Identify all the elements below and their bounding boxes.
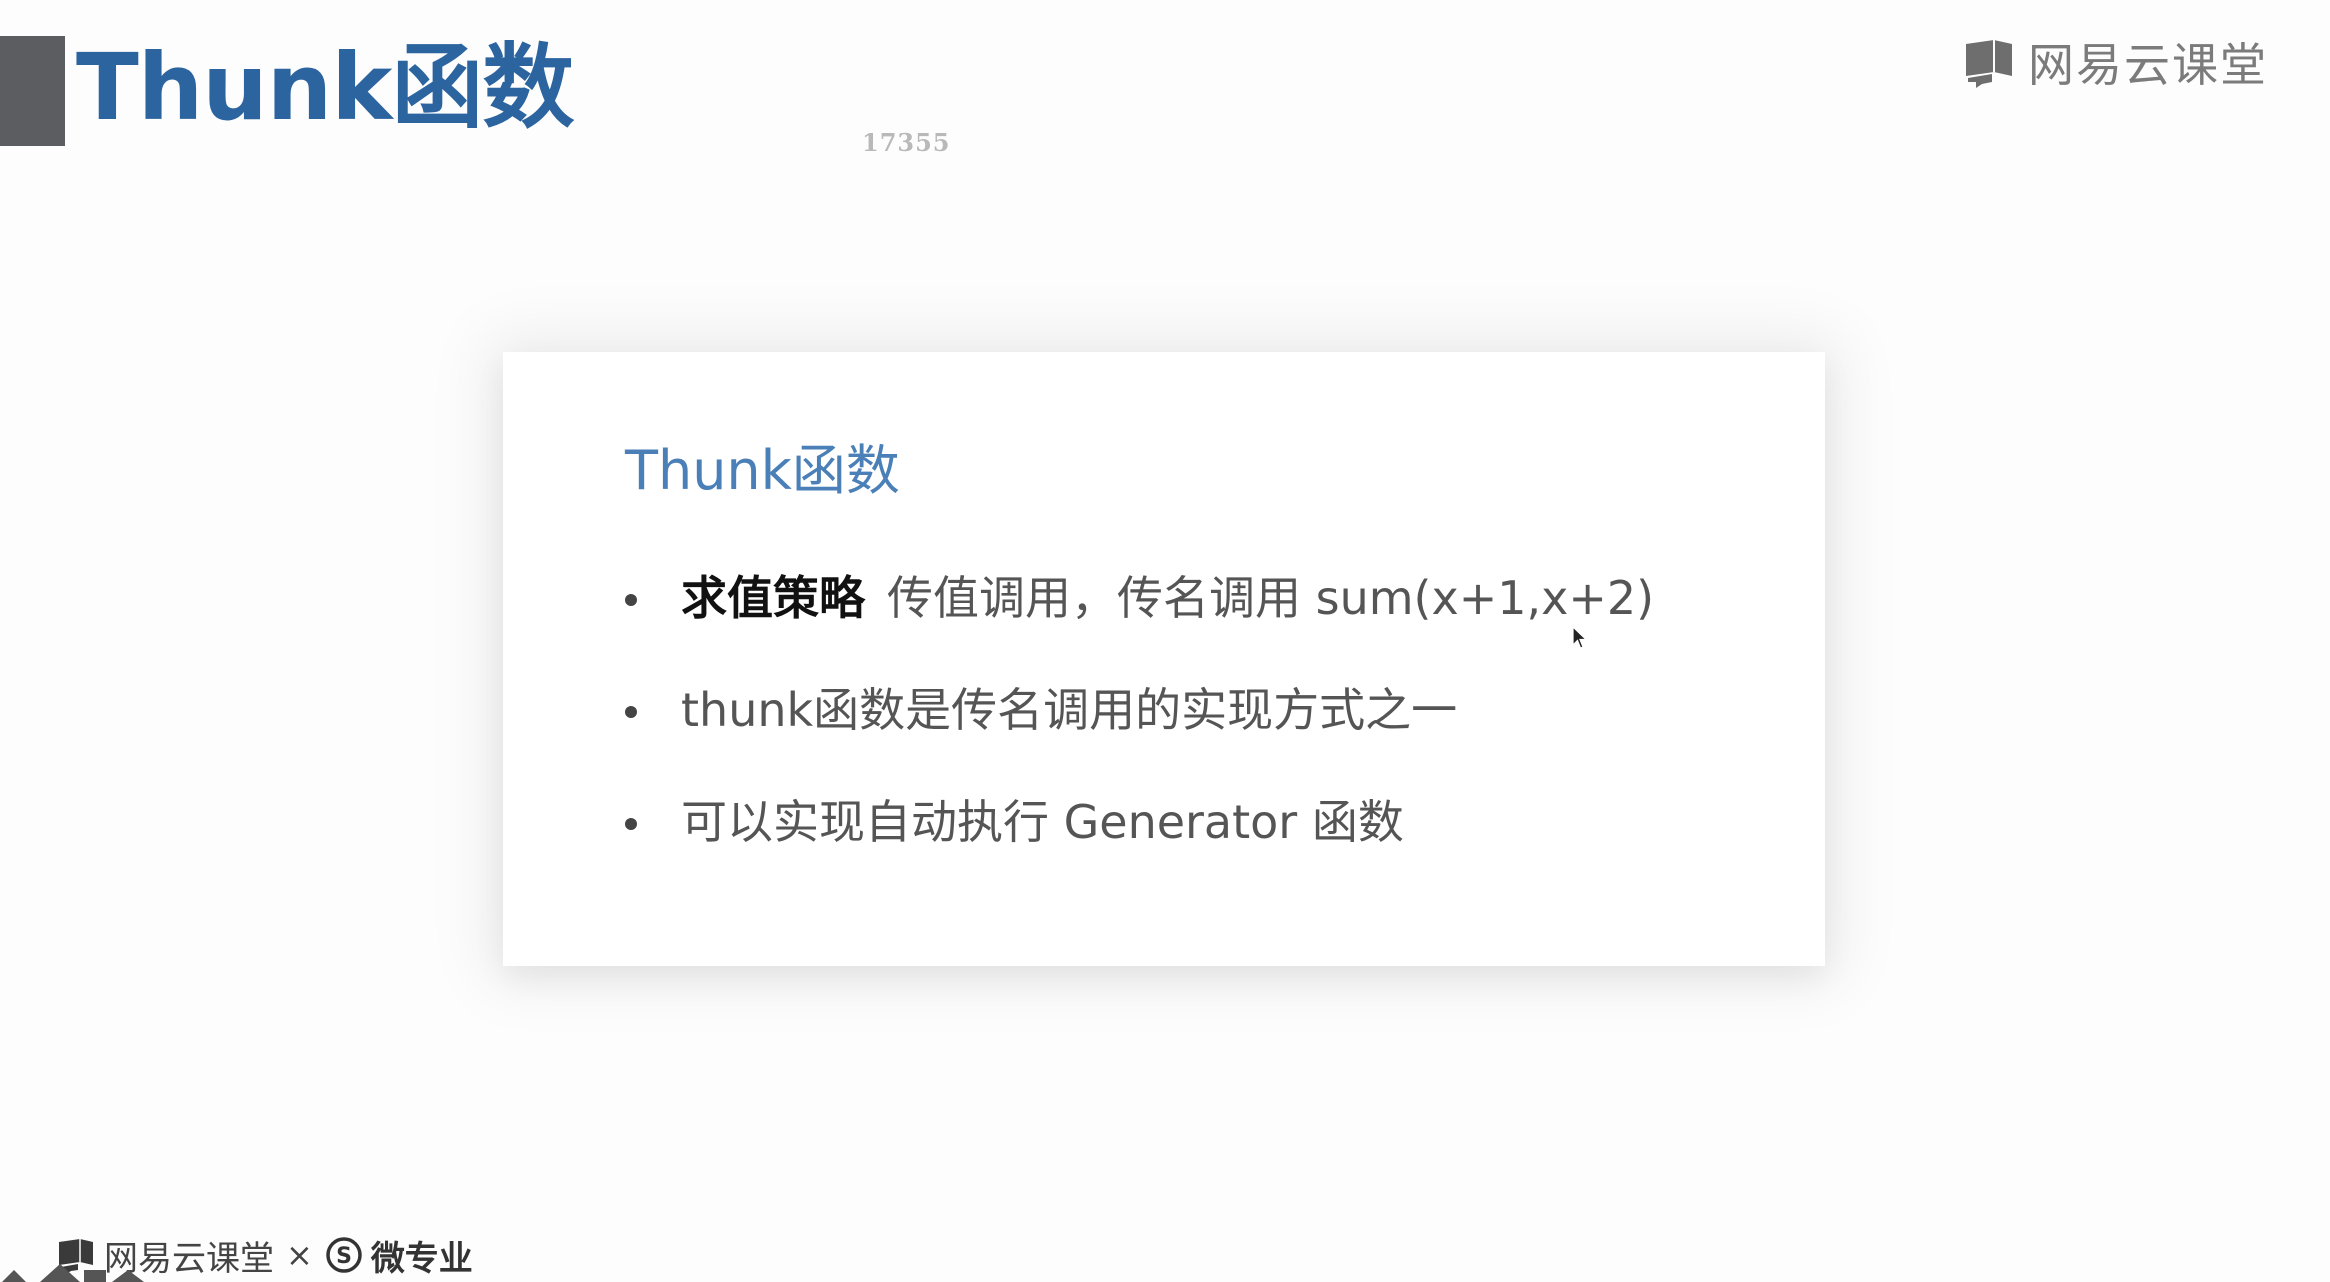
footer-partner-name: 微专业	[370, 1238, 473, 1279]
card-heading: Thunk函数	[625, 439, 900, 502]
bullet-list: 求值策略 传值调用，传名调用 sum(x+1,x+2) thunk函数是传名调用的…	[625, 562, 1654, 898]
footer-separator: ×	[286, 1236, 313, 1274]
slide-title: Thunk函数	[76, 34, 574, 141]
book-icon	[1966, 40, 2012, 88]
list-item: thunk函数是传名调用的实现方式之一	[625, 674, 1654, 786]
bullet-dot	[625, 594, 637, 606]
brand-name: 网易云课堂	[2028, 38, 2268, 92]
bullet-dot	[625, 706, 637, 718]
bullet-strong: 求值策略	[681, 571, 865, 625]
content-card: Thunk函数 求值策略 传值调用，传名调用 sum(x+1,x+2) thunk…	[503, 352, 1825, 966]
slide-nav-arrows-icon[interactable]	[0, 1256, 150, 1282]
bullet-body: thunk函数是传名调用的实现方式之一	[681, 683, 1458, 737]
bullet-body: 可以实现自动执行 Generator 函数	[681, 795, 1404, 849]
mouse-cursor-icon	[1572, 626, 1588, 649]
list-item: 求值策略 传值调用，传名调用 sum(x+1,x+2)	[625, 562, 1654, 674]
slide: Thunk函数 17355 网易云课堂 Thunk函数 求值策略 传值调用，传名调…	[0, 0, 2330, 1282]
bullet-body: 传值调用，传名调用 sum(x+1,x+2)	[887, 571, 1655, 625]
bullet-text: 可以实现自动执行 Generator 函数	[681, 786, 1404, 858]
bullet-dot	[625, 818, 637, 830]
title-accent-bar	[0, 36, 65, 146]
bullet-text: 求值策略 传值调用，传名调用 sum(x+1,x+2)	[681, 562, 1654, 634]
list-item: 可以实现自动执行 Generator 函数	[625, 786, 1654, 898]
svg-text:S: S	[336, 1244, 352, 1269]
bullet-text: thunk函数是传名调用的实现方式之一	[681, 674, 1457, 746]
s-circle-icon: S	[326, 1237, 362, 1273]
watermark-number: 17355	[862, 128, 951, 157]
brand-logo: 网易云课堂	[1962, 32, 2268, 92]
